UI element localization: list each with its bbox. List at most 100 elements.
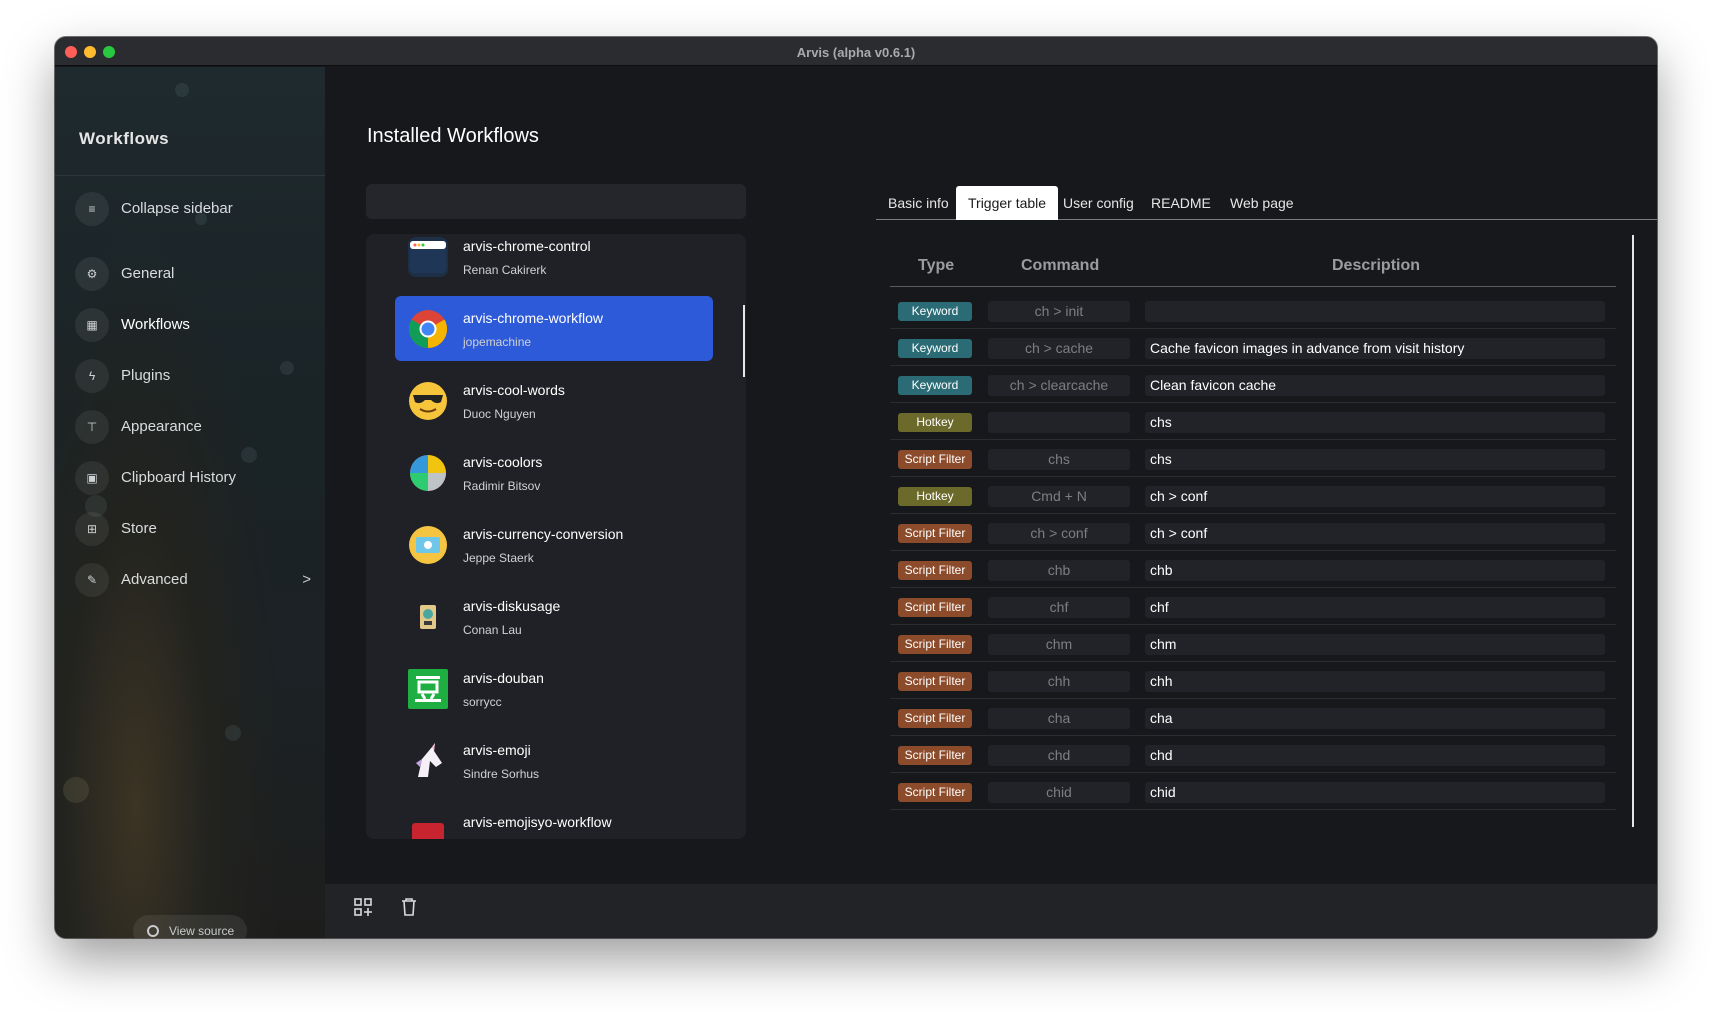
sidebar-item-appearance[interactable]: ⊤ Appearance (75, 410, 311, 444)
description-cell: ch > conf (1145, 523, 1605, 544)
bottom-toolbar (325, 884, 1657, 938)
nav-label: Store (121, 520, 157, 537)
column-header-command: Command (1021, 257, 1100, 274)
description-cell: ch > conf (1145, 486, 1605, 507)
workflow-name: arvis-emoji (463, 742, 531, 758)
sidebar-title: Workflows (79, 129, 170, 148)
add-workflow-button[interactable] (351, 895, 375, 919)
table-row: Script Filter chm chm (890, 625, 1616, 662)
sidebar-item-plugins[interactable]: ϟ Plugins (75, 359, 311, 393)
workflow-name: arvis-cool-words (463, 382, 565, 398)
wrench-icon: ✎ (75, 563, 109, 597)
type-badge: Script Filter (898, 672, 972, 691)
sunglasses-emoji-icon (408, 381, 448, 421)
sidebar-item-clipboard-history[interactable]: ▣ Clipboard History (75, 461, 311, 495)
paint-roller-icon: ⊤ (75, 410, 109, 444)
sidebar-item-general[interactable]: ⚙ General (75, 257, 311, 291)
sidebar-item-advanced[interactable]: ✎ Advanced > (75, 563, 311, 597)
column-header-type: Type (918, 257, 955, 274)
type-badge: Script Filter (898, 709, 972, 728)
workflow-item[interactable]: arvis-douban sorrycc (395, 656, 713, 721)
description-cell: chs (1145, 412, 1605, 433)
grid-icon: ▦ (75, 308, 109, 342)
clipboard-icon: ▣ (75, 461, 109, 495)
bokeh-decoration (63, 777, 89, 803)
workflow-item[interactable]: arvis-emojisyo-workflow (395, 800, 713, 839)
sidebar: Workflows ≡ Collapse sidebar ⚙ General ▦… (55, 67, 325, 938)
table-row: Keyword ch > init (890, 292, 1616, 329)
currency-icon (408, 525, 448, 565)
view-source-label: View source (169, 924, 235, 938)
delete-workflow-button[interactable] (397, 895, 421, 919)
type-badge: Script Filter (898, 635, 972, 654)
workflow-item[interactable]: arvis-emoji Sindre Sorhus (395, 728, 713, 793)
table-row: Script Filter chf chf (890, 588, 1616, 625)
workflow-author: Jeppe Staerk (463, 551, 534, 565)
trigger-table-scrollbar[interactable] (1632, 235, 1634, 827)
nav-label: Appearance (121, 418, 202, 435)
table-row: Keyword ch > clearcache Clean favicon ca… (890, 366, 1616, 403)
command-cell (988, 412, 1130, 433)
sidebar-item-store[interactable]: ⊞ Store (75, 512, 311, 546)
workflow-author: jopemachine (463, 335, 532, 349)
table-row: Script Filter ch > conf ch > conf (890, 514, 1616, 551)
workflow-author: Sindre Sorhus (463, 767, 540, 781)
tab-basic-info[interactable]: Basic info (876, 186, 961, 220)
window-title: Arvis (alpha v0.6.1) (796, 45, 916, 60)
table-row: Script Filter chid chid (890, 773, 1616, 810)
type-badge: Script Filter (898, 450, 972, 469)
type-badge: Script Filter (898, 783, 972, 802)
collapse-sidebar-button[interactable]: ≡ Collapse sidebar (75, 192, 311, 226)
gear-icon: ⚙ (75, 257, 109, 291)
description-cell: Clean favicon cache (1145, 375, 1605, 396)
tab-readme[interactable]: README (1139, 186, 1223, 220)
titlebar: Arvis (alpha v0.6.1) (55, 37, 1657, 66)
workflow-author: Duoc Nguyen (463, 407, 536, 421)
workflow-author: Radimir Bitsov (463, 479, 541, 493)
workflow-author: sorrycc (463, 695, 502, 709)
workflow-item[interactable]: arvis-currency-conversion Jeppe Staerk (395, 512, 713, 577)
add-workflow-icon (354, 898, 372, 916)
tab-web-page[interactable]: Web page (1218, 186, 1306, 220)
workflow-item[interactable]: arvis-cool-words Duoc Nguyen (395, 368, 713, 433)
tab-trigger-table[interactable]: Trigger table (956, 186, 1059, 220)
workflow-name: arvis-currency-conversion (463, 526, 624, 542)
collapse-icon: ≡ (75, 192, 109, 226)
command-cell: chd (988, 745, 1130, 766)
type-badge: Keyword (898, 376, 972, 395)
description-cell: chm (1145, 634, 1605, 655)
description-cell: chb (1145, 560, 1605, 581)
tab-user-config[interactable]: User config (1051, 186, 1146, 220)
command-cell: ch > cache (988, 338, 1130, 359)
command-cell: chid (988, 782, 1130, 803)
sidebar-item-workflows[interactable]: ▦ Workflows (75, 308, 311, 342)
page-title: Installed Workflows (367, 125, 539, 147)
workflow-search-input[interactable] (366, 184, 746, 219)
store-icon: ⊞ (75, 512, 109, 546)
workflow-name: arvis-douban (463, 670, 544, 686)
browser-window-icon (408, 237, 448, 277)
description-cell: chid (1145, 782, 1605, 803)
type-badge: Script Filter (898, 561, 972, 580)
workflow-item-selected[interactable]: arvis-chrome-workflow jopemachine (395, 296, 713, 361)
command-cell: chm (988, 634, 1130, 655)
table-header-divider (890, 286, 1616, 287)
main-panel: Installed Workflows arvis-chrome-control… (325, 67, 1657, 938)
nav-label: Advanced (121, 571, 188, 588)
workflow-name: arvis-chrome-workflow (463, 310, 604, 326)
douban-icon (408, 669, 448, 709)
type-badge: Hotkey (898, 487, 972, 506)
type-badge: Script Filter (898, 746, 972, 765)
view-source-button[interactable]: View source (133, 915, 247, 938)
bolt-icon: ϟ (75, 359, 109, 393)
workflow-list-scrollbar[interactable] (743, 305, 745, 377)
command-cell: Cmd + N (988, 486, 1130, 507)
workflow-author: Conan Lau (463, 623, 522, 637)
workflow-item[interactable]: arvis-diskusage Conan Lau (395, 584, 713, 649)
workflow-name: arvis-coolors (463, 454, 543, 470)
column-header-description: Description (1332, 257, 1421, 274)
workflow-list[interactable]: arvis-chrome-control Renan Cakirerk arvi… (366, 234, 746, 839)
workflow-item[interactable]: arvis-chrome-control Renan Cakirerk (395, 234, 713, 289)
command-cell: ch > clearcache (988, 375, 1130, 396)
workflow-item[interactable]: arvis-coolors Radimir Bitsov (395, 440, 713, 505)
